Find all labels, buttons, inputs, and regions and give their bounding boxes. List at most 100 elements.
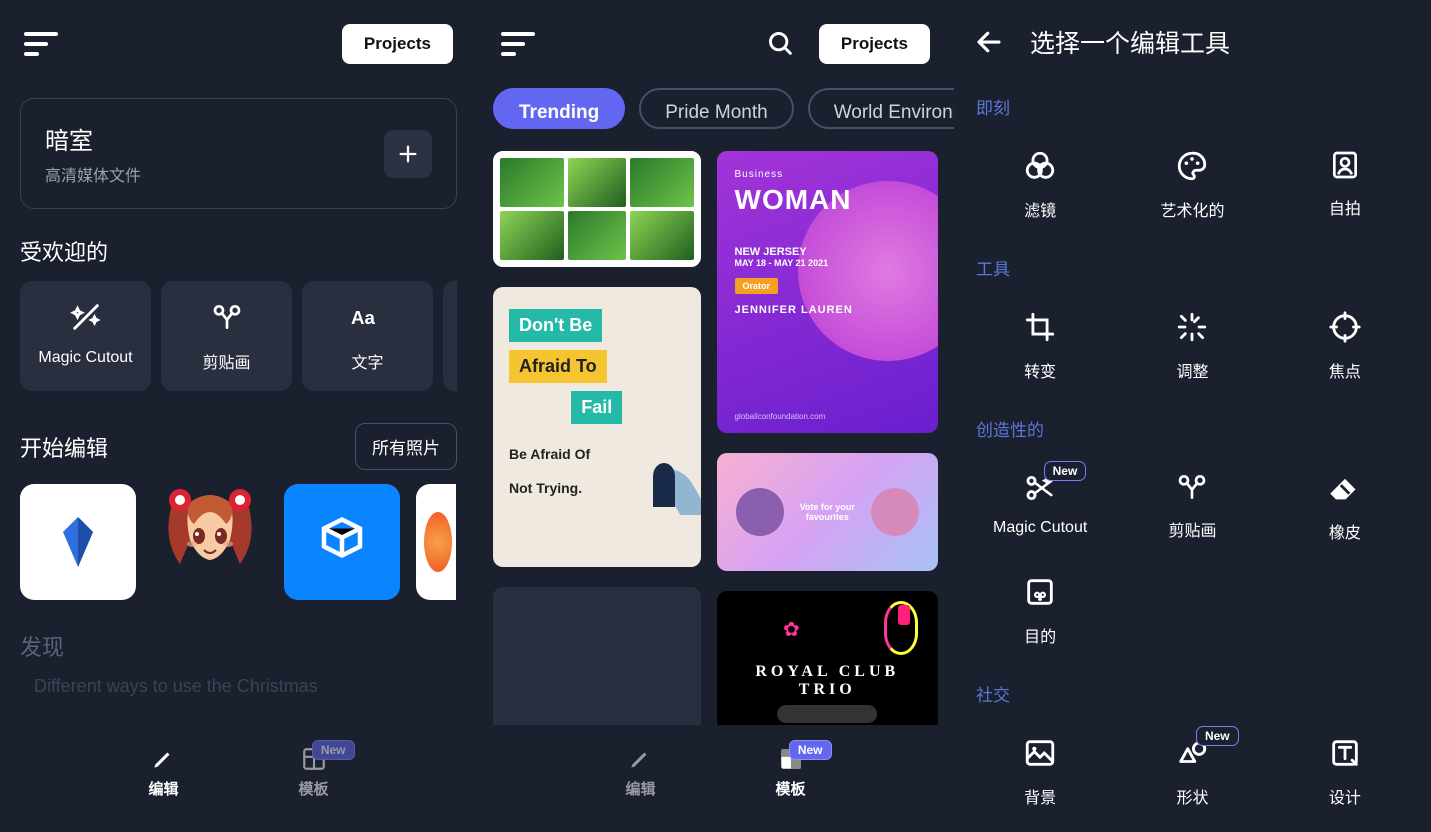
template-text: MAY 18 - MAY 21 2021 <box>735 258 920 268</box>
diamond-icon <box>48 512 108 572</box>
tool-label: 剪贴画 <box>202 349 250 373</box>
pane-templates: Projects Trending Pride Month World Envi… <box>477 0 954 819</box>
chip-world-environment[interactable]: World Environme <box>808 88 954 129</box>
popular-tools-row: Magic Cutout 剪贴画 Aa 文字 <box>0 281 477 391</box>
tool-label: 自拍 <box>1329 195 1361 219</box>
tool-artistic[interactable]: 艺术化的 <box>1116 133 1268 237</box>
tool-label: Magic Cutout <box>993 519 1087 537</box>
cube-icon <box>315 515 369 569</box>
tool-text[interactable]: Aa 文字 <box>302 281 433 391</box>
tool-eraser[interactable]: 橡皮 <box>1269 455 1421 559</box>
category-chips: Trending Pride Month World Environme <box>477 82 954 143</box>
nav-edit[interactable]: 编辑 <box>625 746 655 799</box>
palette-icon <box>1175 149 1209 183</box>
template-card[interactable]: Vote for your favourites <box>717 453 938 571</box>
scissors-icon <box>209 299 245 335</box>
tool-adjust[interactable]: 调整 <box>1116 294 1268 398</box>
template-text: globaliconfoundation.com <box>735 412 826 421</box>
tool-design[interactable]: 设计 <box>1269 720 1421 824</box>
darkroom-title: 暗室 <box>45 121 141 156</box>
nav-templates[interactable]: 模板 New <box>299 746 329 799</box>
tool-transform[interactable]: 转变 <box>964 294 1116 398</box>
photo-thumbnail[interactable] <box>416 484 456 600</box>
new-badge: New <box>1044 461 1087 481</box>
tool-label: Magic Cutout <box>38 349 132 367</box>
tool-clipart[interactable]: 剪贴画 <box>1116 455 1268 559</box>
template-text: Fail <box>571 391 622 424</box>
template-text: Afraid To <box>509 350 607 383</box>
pane-tools-picker: 选择一个编辑工具 即刻 滤镜 艺术化的 自拍 工具 转变 调整 焦点 创造性 <box>954 0 1431 819</box>
photo-thumbnail[interactable] <box>152 484 268 600</box>
new-badge: New <box>312 740 355 760</box>
nav-label: 模板 <box>776 778 806 799</box>
pencil-icon <box>627 746 653 772</box>
projects-button[interactable]: Projects <box>342 24 453 64</box>
eraser-icon <box>1328 471 1362 505</box>
search-icon[interactable] <box>767 30 795 58</box>
all-photos-button[interactable]: 所有照片 <box>355 423 457 470</box>
crop-icon <box>1023 310 1057 344</box>
tool-background[interactable]: 背景 <box>964 720 1116 824</box>
tools-tools: 转变 调整 焦点 <box>954 284 1431 406</box>
section-label-instant: 即刻 <box>954 84 1431 123</box>
tool-label: 目的 <box>1024 623 1056 647</box>
tool-label: 文字 <box>351 349 383 373</box>
template-gallery: Don't Be Afraid To Fail Be Afraid Of Not… <box>477 143 954 819</box>
pane-home: Projects 暗室 高清媒体文件 受欢迎的 Magic Cutout 剪贴画… <box>0 0 477 819</box>
nav-edit[interactable]: 编辑 <box>148 746 178 799</box>
photo-thumbnail[interactable] <box>20 484 136 600</box>
template-card[interactable]: Don't Be Afraid To Fail Be Afraid Of Not… <box>493 287 701 567</box>
tool-focus[interactable]: 焦点 <box>1269 294 1421 398</box>
chip-trending[interactable]: Trending <box>493 88 625 129</box>
bottom-nav: 编辑 模板 New <box>0 725 477 819</box>
tools-social: 背景 New 形状 设计 <box>954 710 1431 832</box>
tool-label: 橡皮 <box>1329 519 1361 543</box>
text-frame-icon <box>1328 736 1362 770</box>
tool-shape[interactable]: New 形状 <box>1116 720 1268 824</box>
topbar: 选择一个编辑工具 <box>954 0 1431 84</box>
nav-label: 编辑 <box>148 778 178 799</box>
projects-button[interactable]: Projects <box>819 24 930 64</box>
back-arrow-icon[interactable] <box>974 27 1004 57</box>
tool-magic-cutout[interactable]: Magic Cutout <box>20 281 151 391</box>
section-discover: 发现 <box>0 600 477 662</box>
template-card[interactable]: ROYAL CLUB TRIO <box>717 591 938 731</box>
template-text: favourites <box>800 512 855 522</box>
magic-wand-icon <box>68 299 104 335</box>
section-label-social: 社交 <box>954 671 1431 710</box>
template-text: TRIO <box>799 681 856 699</box>
chip-pride-month[interactable]: Pride Month <box>639 88 793 129</box>
nav-templates[interactable]: 模板 New <box>776 746 806 799</box>
template-card[interactable] <box>493 587 701 747</box>
add-button[interactable] <box>384 130 432 178</box>
tool-filter[interactable]: 滤镜 <box>964 133 1116 237</box>
text-icon: Aa <box>350 299 386 335</box>
tool-selfie[interactable]: 自拍 <box>1269 133 1421 237</box>
photo-thumbnail[interactable] <box>284 484 400 600</box>
start-edit-header: 开始编辑 所有照片 <box>0 391 477 484</box>
darkroom-subtitle: 高清媒体文件 <box>45 162 141 186</box>
menu-icon[interactable] <box>501 32 535 56</box>
svg-text:Aa: Aa <box>351 307 375 328</box>
template-card[interactable] <box>493 151 701 267</box>
tool-clipart[interactable]: 剪贴画 <box>161 281 292 391</box>
pencil-icon <box>150 746 176 772</box>
frame-scissors-icon <box>1023 575 1057 609</box>
tool-label: 设计 <box>1329 784 1361 808</box>
template-card[interactable]: Business WOMAN NEW JERSEY MAY 18 - MAY 2… <box>717 151 938 433</box>
tool-purpose[interactable]: 目的 <box>964 559 1116 663</box>
darkroom-card[interactable]: 暗室 高清媒体文件 <box>20 98 457 209</box>
tool-magic-cutout[interactable]: New Magic Cutout <box>964 455 1116 559</box>
section-start-edit: 开始编辑 <box>20 431 108 463</box>
tool-label: 滤镜 <box>1024 197 1056 221</box>
tool-label: 焦点 <box>1329 358 1361 382</box>
template-text: Don't Be <box>509 309 602 342</box>
faded-caption: Different ways to use the Christmas <box>0 662 477 697</box>
tool-label: 形状 <box>1176 784 1208 808</box>
nav-label: 编辑 <box>625 778 655 799</box>
venn-icon <box>1023 149 1057 183</box>
menu-icon[interactable] <box>24 32 58 56</box>
page-title: 选择一个编辑工具 <box>1030 24 1230 60</box>
template-text: Business <box>735 169 920 180</box>
anime-avatar-icon <box>152 484 268 600</box>
